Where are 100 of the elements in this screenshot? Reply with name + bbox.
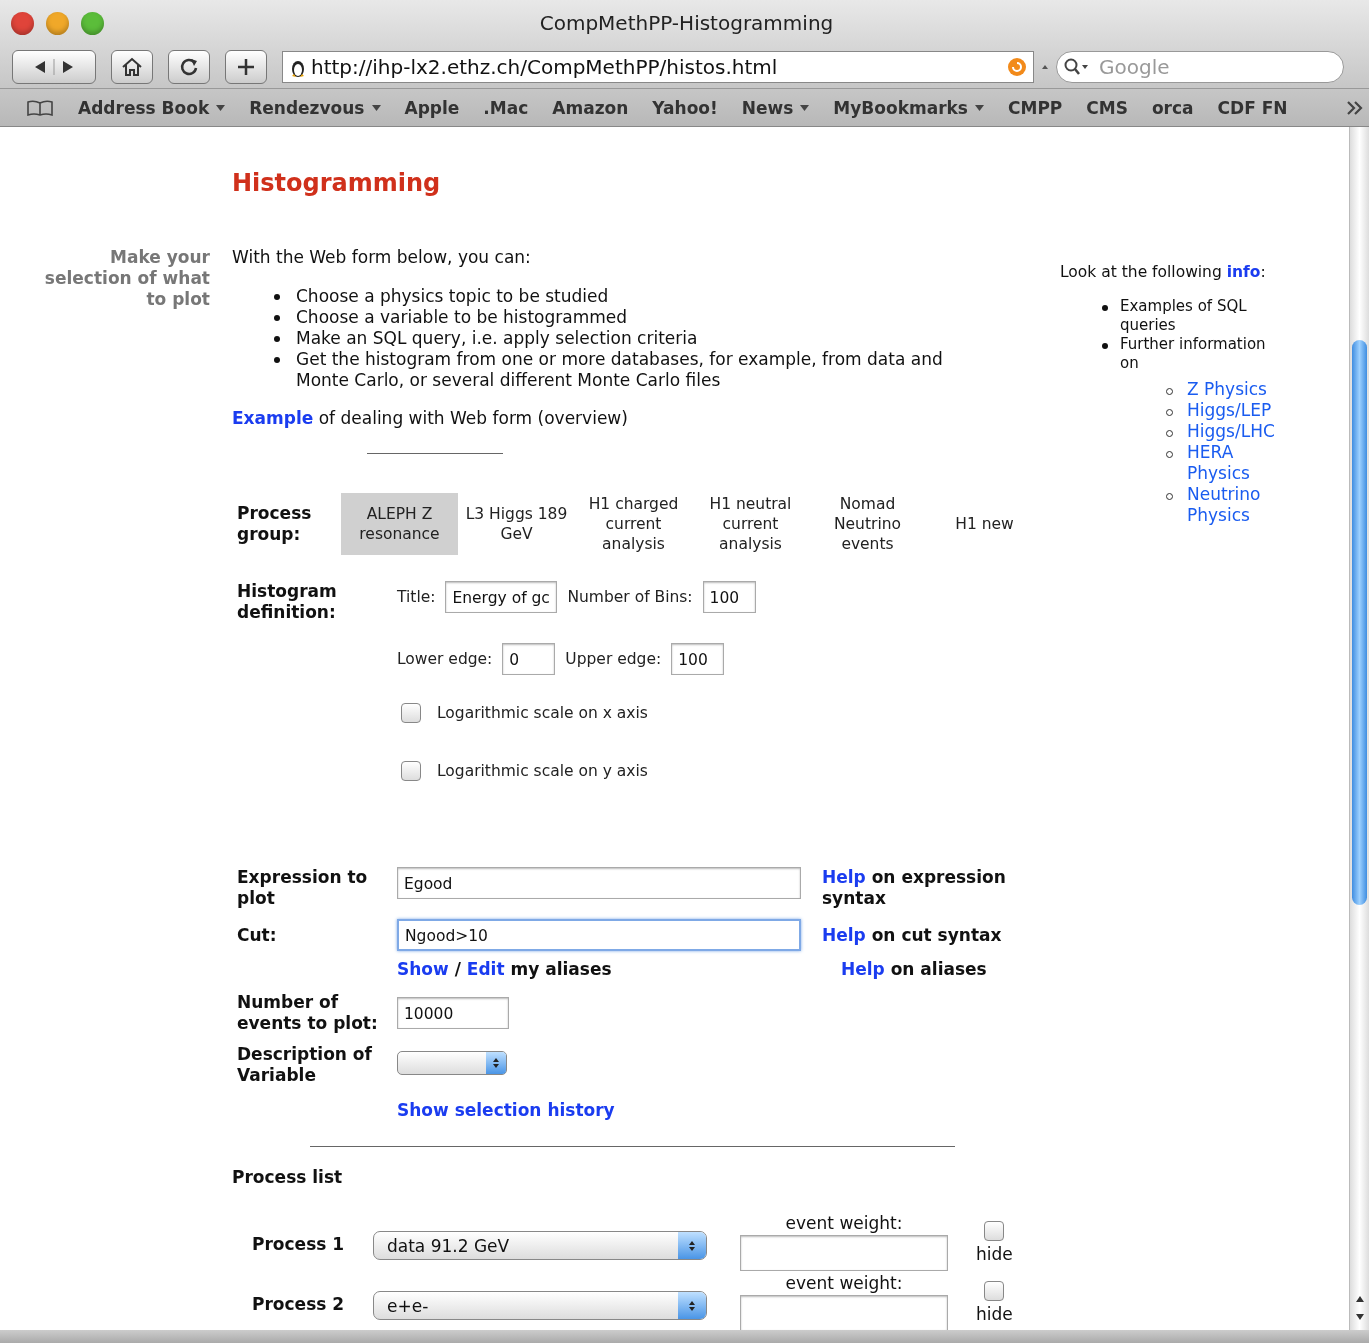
bullet-icon bbox=[274, 294, 280, 300]
weight-label: event weight: bbox=[785, 1273, 903, 1293]
process-dropdown[interactable]: e+e- bbox=[373, 1291, 707, 1320]
aliases-text: Show / Edit my aliases bbox=[397, 959, 613, 979]
bullet-item: Choose a physics topic to be studied bbox=[296, 286, 609, 307]
process-tab[interactable]: ALEPH Z resonance bbox=[341, 493, 458, 555]
topic-link[interactable]: Higgs/LEP bbox=[1187, 400, 1277, 421]
book-icon[interactable] bbox=[26, 98, 54, 117]
caret-icon[interactable] bbox=[975, 103, 984, 112]
bookmark-link[interactable]: Address Book bbox=[78, 97, 210, 118]
bins-field[interactable]: 100 bbox=[702, 581, 756, 613]
topic-link[interactable]: Z Physics bbox=[1187, 379, 1277, 400]
help-link[interactable]: Help bbox=[840, 959, 885, 979]
caret-icon[interactable] bbox=[216, 103, 226, 112]
bookmark-link[interactable]: .Mac bbox=[483, 97, 529, 118]
info-item: Further information on bbox=[1120, 335, 1267, 373]
reload-icon[interactable] bbox=[168, 50, 210, 84]
form-label: Cut: bbox=[236, 924, 278, 946]
info-text: Look at the following info: bbox=[1060, 263, 1267, 281]
edit-link[interactable]: Edit bbox=[466, 959, 505, 979]
title-field[interactable]: Energy of gc bbox=[445, 581, 558, 613]
help-text: Help on aliases bbox=[840, 959, 988, 980]
process-dropdown[interactable]: data 91.2 GeV bbox=[373, 1231, 707, 1260]
form-label: Number of events to plot: bbox=[236, 992, 379, 1034]
bookmark-link[interactable]: Apple bbox=[404, 97, 460, 118]
bookmark-link[interactable]: Rendezvous bbox=[249, 97, 365, 118]
topic-link[interactable]: Neutrino Physics bbox=[1187, 484, 1277, 526]
hide-label: hide bbox=[976, 1305, 1013, 1324]
caret-icon[interactable] bbox=[371, 103, 381, 112]
window-title: CompMethPP-Histogramming bbox=[539, 11, 834, 35]
address-field[interactable]: http://ihp-lx2.ethz.ch/CompMethPP/histos.html bbox=[282, 51, 1034, 83]
bookmark-link[interactable]: CMS bbox=[1086, 97, 1128, 118]
bookmark-link[interactable]: CDF FN bbox=[1217, 97, 1288, 118]
info-item: Examples of SQL queries bbox=[1120, 297, 1248, 335]
process-label: Process 1 bbox=[251, 1234, 346, 1254]
events-field[interactable]: 10000 bbox=[397, 997, 509, 1029]
caret-icon[interactable] bbox=[800, 103, 810, 112]
bookmark-link[interactable]: Amazon bbox=[552, 97, 629, 118]
bullet-icon bbox=[1102, 305, 1108, 311]
caret-icon[interactable] bbox=[1041, 63, 1049, 71]
bullet-item: Get the histogram from one or more databases, for example, from data and Monte Carlo, or several different Monte Carlo files bbox=[296, 349, 944, 391]
bullet-icon bbox=[274, 357, 280, 363]
lower-edge-field[interactable]: 0 bbox=[502, 643, 556, 675]
process-tab[interactable]: H1 charged current analysis bbox=[575, 493, 692, 555]
bookmark-link[interactable]: CMPP bbox=[1008, 97, 1063, 118]
scrollbar[interactable] bbox=[1349, 127, 1369, 1330]
process-label: Process 2 bbox=[251, 1294, 346, 1314]
topic-link[interactable]: HERA Physics bbox=[1187, 442, 1277, 484]
navigation-button[interactable] bbox=[12, 50, 96, 84]
bookmark-link[interactable]: News bbox=[741, 97, 794, 118]
example-link[interactable]: Example bbox=[232, 408, 314, 428]
scroll-thumb[interactable] bbox=[1352, 340, 1367, 905]
process-tab[interactable]: L3 Higgs 189 GeV bbox=[458, 493, 575, 555]
checkbox-label: Logarithmic scale on x axis bbox=[437, 704, 648, 722]
upper-edge-field[interactable]: 100 bbox=[671, 643, 725, 675]
stepper-icon[interactable] bbox=[491, 1056, 501, 1070]
form-label: Description of Variable bbox=[236, 1044, 373, 1086]
checkbox[interactable] bbox=[401, 761, 421, 781]
search-icon bbox=[1063, 57, 1091, 77]
info-link[interactable]: info bbox=[1226, 263, 1261, 281]
bullet-icon bbox=[1102, 343, 1108, 349]
hide-checkbox[interactable] bbox=[984, 1281, 1005, 1301]
help-link[interactable]: Help bbox=[822, 867, 866, 887]
bookmark-link[interactable]: MyBookmarks bbox=[833, 97, 968, 118]
topic-link[interactable]: Higgs/LHC bbox=[1187, 421, 1277, 442]
home-icon[interactable] bbox=[111, 50, 153, 84]
process-tab[interactable]: H1 neutral current analysis bbox=[692, 493, 809, 555]
expression-field[interactable]: Egood bbox=[397, 867, 801, 899]
process-tab[interactable]: H1 new bbox=[926, 493, 1043, 555]
hide-checkbox[interactable] bbox=[984, 1221, 1005, 1241]
bookmark-link[interactable]: Yahoo! bbox=[652, 97, 718, 118]
cut-field[interactable]: Ngood>10 bbox=[397, 919, 801, 951]
checkbox[interactable] bbox=[401, 703, 421, 723]
form-label: Process group: bbox=[236, 503, 313, 545]
zoom-icon[interactable] bbox=[81, 11, 104, 35]
show-link[interactable]: Show bbox=[397, 959, 449, 979]
bullet-icon bbox=[274, 336, 280, 342]
form-label: Histogram definition: bbox=[236, 581, 338, 623]
close-icon[interactable] bbox=[11, 11, 34, 35]
history-link[interactable]: Show selection history bbox=[397, 1100, 615, 1120]
weight-field[interactable] bbox=[740, 1295, 948, 1330]
search-field[interactable]: Google bbox=[1056, 51, 1344, 83]
add-bookmark-icon[interactable] bbox=[225, 50, 267, 84]
bookmark-link[interactable]: orca bbox=[1151, 97, 1194, 118]
page-heading: Histogramming bbox=[232, 169, 442, 197]
process-tab[interactable]: Nomad Neutrino events bbox=[809, 493, 926, 555]
example-text: Example of dealing with Web form (overview) bbox=[232, 408, 629, 429]
chevron-icon[interactable] bbox=[1345, 99, 1365, 116]
checkbox-label: Logarithmic scale on y axis bbox=[437, 762, 648, 780]
help-text: Help on expression syntax bbox=[822, 867, 1007, 909]
section-heading: Process list bbox=[232, 1167, 344, 1187]
bullet-icon bbox=[274, 315, 280, 321]
bullet-item: Choose a variable to be histogrammed bbox=[296, 307, 628, 328]
form-label: Expression to plot bbox=[236, 867, 369, 909]
field-label: Number of Bins: bbox=[567, 588, 693, 606]
intro-text: With the Web form below, you can: bbox=[232, 247, 532, 268]
field-label: Upper edge: bbox=[565, 650, 662, 668]
help-link[interactable]: Help bbox=[822, 924, 866, 945]
weight-field[interactable] bbox=[740, 1235, 948, 1271]
help-text: Help on cut syntax bbox=[822, 924, 1003, 946]
